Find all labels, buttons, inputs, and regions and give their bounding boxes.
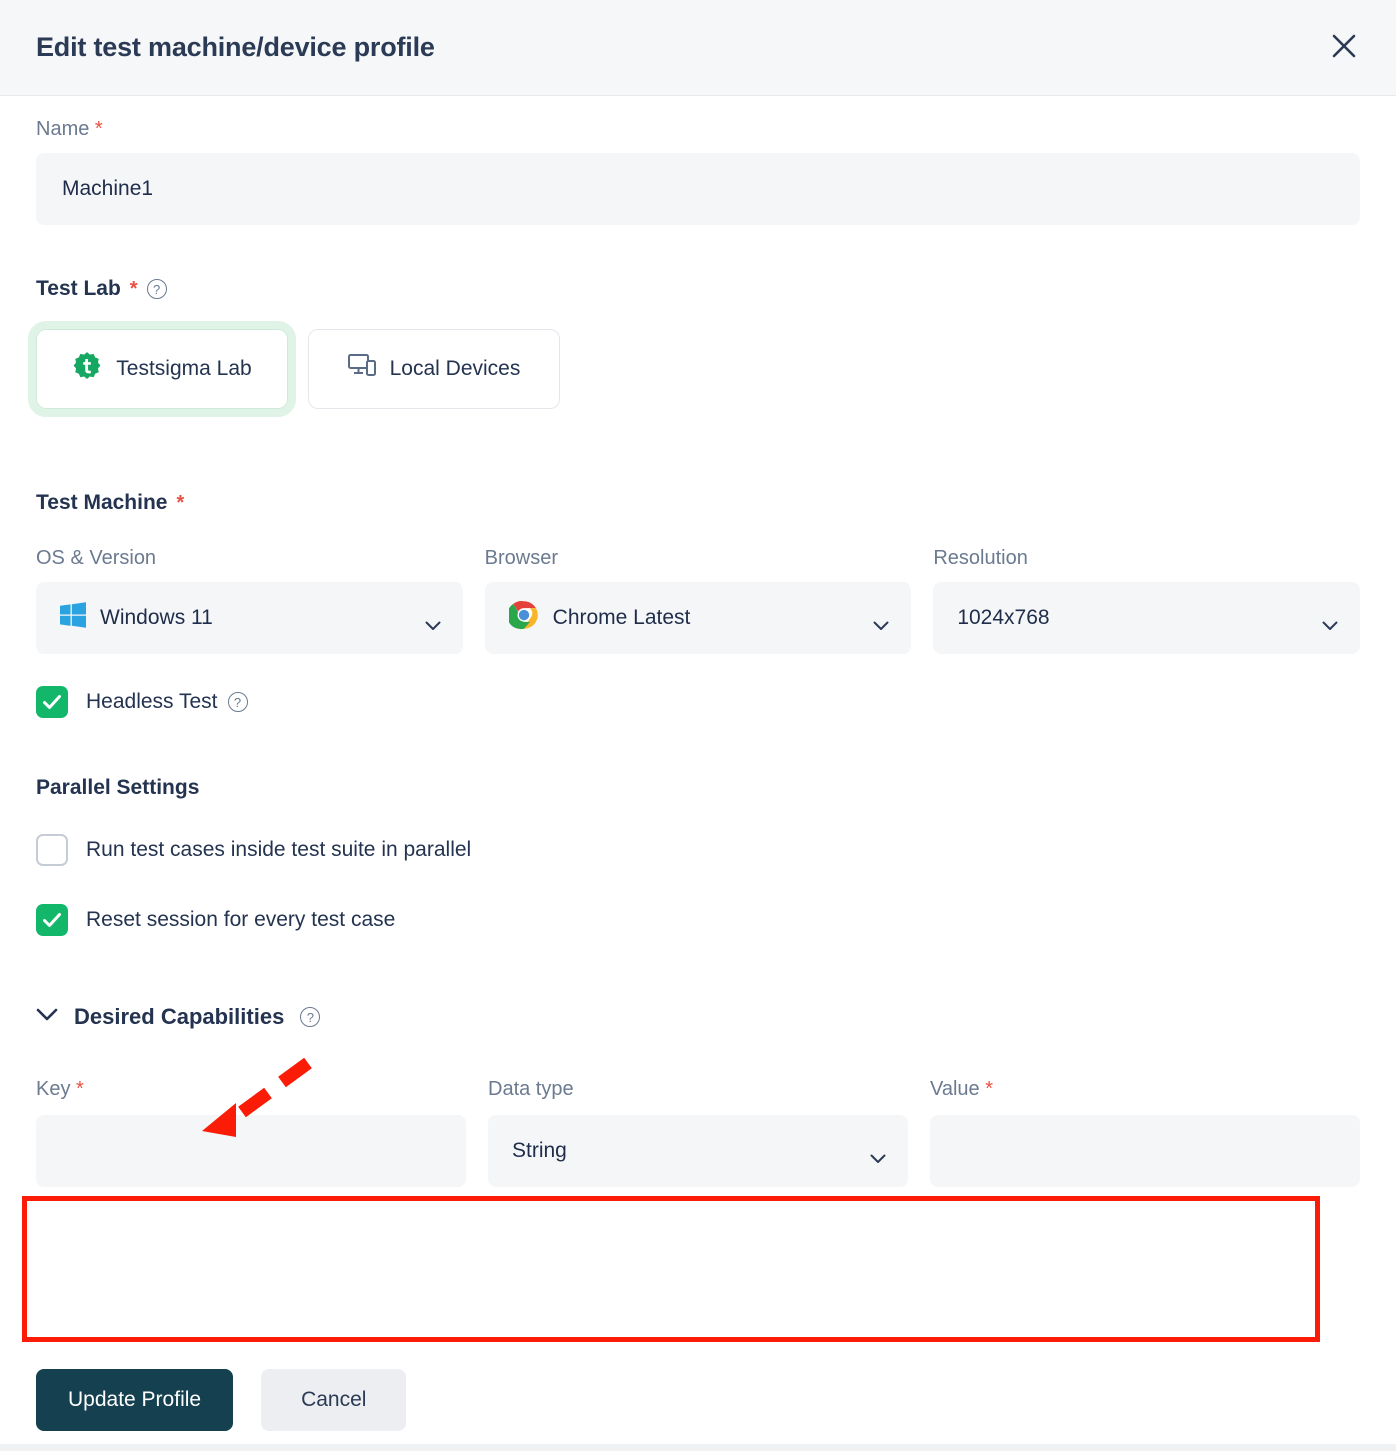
capability-value-input[interactable] [930,1115,1360,1187]
test-lab-label-text: Test Lab [36,277,121,300]
resolution-value: 1024x768 [957,606,1050,629]
capability-datatype-select[interactable]: String [488,1115,908,1187]
required-asterisk: * [76,1078,84,1100]
devices-icon [347,353,376,385]
browser-select[interactable]: Chrome Latest [484,582,912,654]
test-lab-label: Test Lab * ? [36,277,1360,301]
chevron-down-icon [870,1146,886,1163]
help-circle-icon[interactable]: ? [227,692,248,712]
reset-session-checkbox-row[interactable]: Reset session for every test case [36,904,1360,936]
capability-datatype-value: String [512,1139,567,1162]
desired-capabilities-header[interactable]: Desired Capabilities ? [36,1004,1360,1030]
os-version-field: OS & Version Windows 11 [36,547,463,654]
capability-value-column: Value * [930,1078,1360,1187]
modal-body: Name * Test Lab * ? Testsigma Lab [0,96,1396,1451]
help-circle-icon[interactable]: ? [146,279,167,299]
headless-test-label-text: Headless Test [86,690,218,713]
capability-value-label: Value * [930,1078,1360,1101]
test-machine-fields: OS & Version Windows 11 Browser Chrome L… [36,547,1360,654]
name-field-group: Name * [36,96,1360,225]
testsigma-logo-icon [72,351,102,387]
modal-footer: Update Profile Cancel [0,1355,1396,1444]
resolution-label: Resolution [933,547,1028,569]
desired-capabilities-title: Desired Capabilities [74,1004,285,1029]
test-lab-option-local-devices[interactable]: Local Devices [308,329,560,409]
browser-value: Chrome Latest [552,606,691,629]
required-asterisk: * [985,1078,994,1100]
test-lab-option-label: Testsigma Lab [116,357,252,380]
test-lab-option-label: Local Devices [389,357,521,380]
os-version-label: OS & Version [36,547,157,569]
chevron-down-icon [425,613,441,630]
page-title: Edit test machine/device profile [36,32,435,62]
close-icon [1329,31,1359,64]
test-machine-label-text: Test Machine [36,491,168,514]
capabilities-row: Key * Data type String Value * [36,1072,1360,1187]
help-circle-icon[interactable]: ? [300,1007,321,1027]
required-asterisk: * [94,118,103,140]
close-button[interactable] [1322,26,1366,70]
test-lab-options: Testsigma Lab Local Devices [28,321,1360,417]
os-version-select[interactable]: Windows 11 [36,582,463,654]
resolution-field: Resolution 1024x768 [933,547,1360,654]
capability-key-column: Key * [36,1078,466,1187]
browser-label: Browser [484,547,559,569]
capability-key-label-text: Key [36,1078,71,1100]
desired-capabilities-group: Desired Capabilities ? Key * Data type S… [36,1004,1360,1187]
parallel-run-label: Run test cases inside test suite in para… [86,838,472,861]
parallel-run-checkbox-row[interactable]: Run test cases inside test suite in para… [36,834,1360,866]
headless-test-checkbox-row[interactable]: Headless Test ? [36,686,1360,718]
chevron-down-icon[interactable] [36,1008,58,1026]
capability-datatype-label: Data type [488,1078,574,1100]
test-lab-group: Test Lab * ? Testsigma Lab Local Devices [28,277,1360,417]
capability-value-label-text: Value [930,1078,980,1100]
headless-test-checkbox[interactable] [36,686,68,718]
capability-key-label: Key * [36,1078,466,1101]
name-label: Name * [36,118,1360,141]
parallel-settings-title: Parallel Settings [36,776,200,799]
chevron-down-icon [873,613,889,630]
capability-key-input[interactable] [36,1115,466,1187]
browser-field: Browser Chrome Latest [484,547,912,654]
cancel-button[interactable]: Cancel [261,1368,407,1431]
test-machine-group: Test Machine * OS & Version Windows 11 B… [36,491,1360,718]
update-profile-button[interactable]: Update Profile [36,1368,234,1431]
required-asterisk: * [129,277,138,300]
parallel-run-checkbox[interactable] [36,834,68,866]
reset-session-checkbox[interactable] [36,904,68,936]
capability-datatype-column: Data type String [488,1078,908,1187]
name-label-text: Name [36,118,90,140]
modal-header: Edit test machine/device profile [0,0,1396,96]
headless-test-label: Headless Test ? [86,690,248,714]
name-input[interactable] [36,153,1360,225]
required-asterisk: * [176,491,185,514]
test-machine-label: Test Machine * [36,491,1360,515]
chrome-logo-icon [506,600,539,636]
parallel-settings-group: Parallel Settings Run test cases inside … [36,776,1360,936]
os-version-value: Windows 11 [100,606,213,629]
resolution-select[interactable]: 1024x768 [933,582,1360,654]
test-lab-option-testsigma-lab[interactable]: Testsigma Lab [28,321,296,417]
windows-logo-icon [60,602,86,634]
chevron-down-icon [1322,613,1338,630]
reset-session-label: Reset session for every test case [86,908,396,931]
